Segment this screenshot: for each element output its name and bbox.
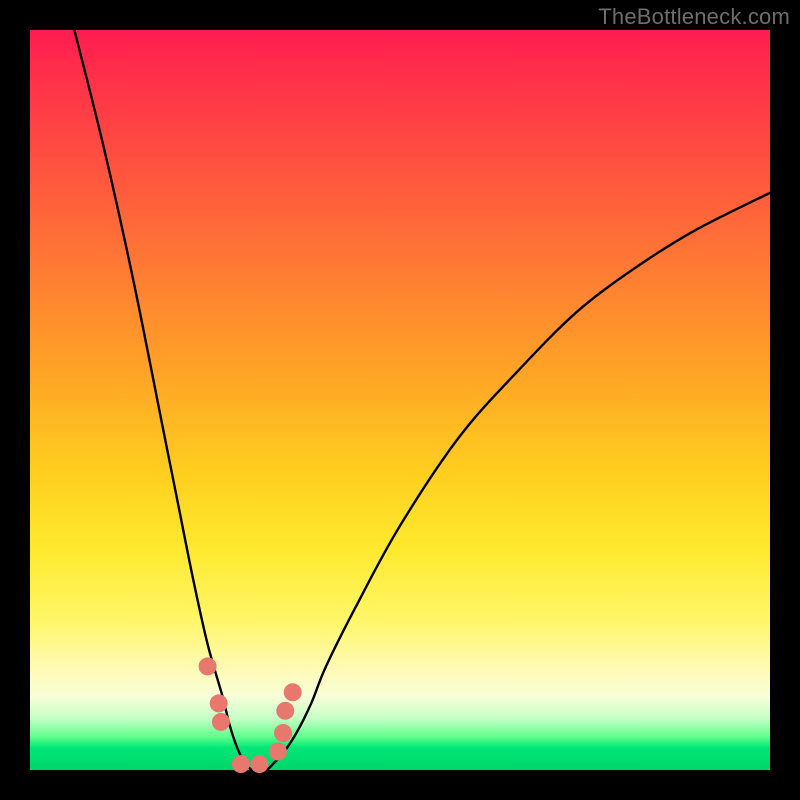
highlight-dot [212,713,230,731]
highlight-dot [199,657,217,675]
highlight-dot [276,702,294,720]
bottleneck-curve [74,30,770,771]
highlight-dots [199,657,302,773]
highlight-dot [284,683,302,701]
highlight-dot [250,755,268,773]
chart-svg [30,30,770,770]
chart-frame: TheBottleneck.com [0,0,800,800]
highlight-dot [269,743,287,761]
highlight-dot [232,755,250,773]
watermark-text: TheBottleneck.com [598,4,790,30]
highlight-dot [210,694,228,712]
highlight-dot [274,724,292,742]
